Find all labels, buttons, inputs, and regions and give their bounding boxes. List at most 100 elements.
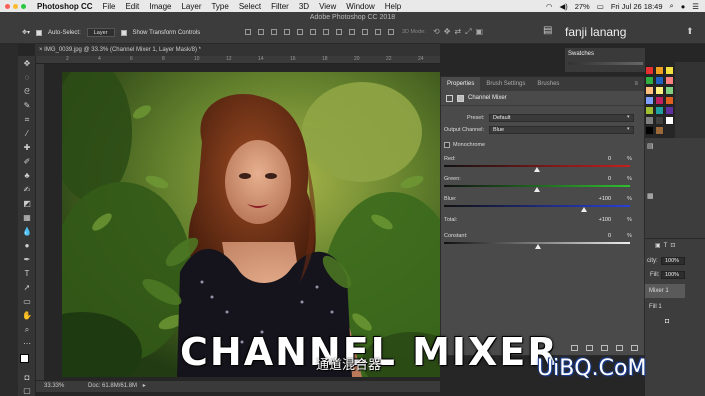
notification-center-icon[interactable]: ☰ <box>692 2 699 11</box>
red-value[interactable]: 0 <box>591 156 611 162</box>
swatch-color[interactable] <box>655 76 664 85</box>
distribute-top-icon[interactable] <box>323 29 329 35</box>
auto-select-dropdown[interactable]: Layer <box>86 28 115 37</box>
panel-menu-icon[interactable]: ≡ <box>628 77 644 91</box>
opacity-field[interactable]: 100% <box>661 257 685 265</box>
swatch-color[interactable] <box>645 86 654 95</box>
quick-select-tool-icon[interactable]: ✎ <box>22 101 32 110</box>
menu-image[interactable]: Image <box>149 2 171 11</box>
tab-properties[interactable]: Properties <box>441 77 481 91</box>
swatch-color[interactable] <box>645 126 654 135</box>
layer-filter-icons[interactable]: ▣T⊡ <box>655 242 678 249</box>
user-avatar-icon[interactable]: ● <box>681 2 686 11</box>
transform-controls-checkbox[interactable] <box>120 29 127 36</box>
tab-brush-settings[interactable]: Brush Settings <box>480 77 531 91</box>
clone-stamp-icon[interactable]: ♣ <box>22 171 32 180</box>
distribute-vcenter-icon[interactable] <box>336 29 342 35</box>
doc-info[interactable]: Doc: 61.8M/61.8M <box>88 383 137 389</box>
layer-mask-thumb-icon[interactable]: ◘ <box>665 318 669 325</box>
layer-name-fill[interactable]: Fill 1 <box>649 304 662 310</box>
close-window-button[interactable] <box>5 3 10 9</box>
output-channel-dropdown[interactable]: Blue <box>489 126 634 134</box>
swatch-color[interactable] <box>655 96 664 105</box>
clip-to-layer-icon[interactable] <box>571 345 578 351</box>
path-select-icon[interactable]: ➚ <box>22 283 32 292</box>
edit-toolbar-icon[interactable]: ⋯ <box>22 339 32 348</box>
swatch-color[interactable] <box>665 86 674 95</box>
dodge-tool-icon[interactable]: ● <box>22 241 32 250</box>
brush-tool-icon[interactable]: ✐ <box>22 157 32 166</box>
3d-mode-icons[interactable]: ⟲✥⇄⤢▣ <box>433 27 487 37</box>
swatch-color[interactable] <box>655 106 664 115</box>
layer-mask-icon[interactable] <box>457 94 464 102</box>
screen-mode-icon[interactable]: ▢ <box>22 386 32 395</box>
eraser-tool-icon[interactable]: ◩ <box>22 199 32 208</box>
tab-brushes[interactable]: Brushes <box>531 77 565 91</box>
foreground-color-swatch[interactable] <box>20 354 29 363</box>
view-previous-icon[interactable] <box>586 345 593 351</box>
trash-icon[interactable] <box>631 345 638 351</box>
swatch-color[interactable] <box>655 66 664 75</box>
quick-mask-icon[interactable]: ◘ <box>22 373 32 382</box>
zoom-tool-icon[interactable]: ⌕ <box>22 325 32 334</box>
swatch-color[interactable] <box>665 116 674 125</box>
history-brush-icon[interactable]: ✍ <box>22 185 32 194</box>
workspace-icon[interactable]: ▤ <box>543 25 552 36</box>
hand-tool-icon[interactable]: ✋ <box>22 311 32 320</box>
window-traffic-lights[interactable] <box>5 3 26 9</box>
swatch-color[interactable] <box>665 96 674 105</box>
distribute-left-icon[interactable] <box>362 29 368 35</box>
green-slider-thumb[interactable] <box>534 187 540 192</box>
battery-icon[interactable]: ▭ <box>597 2 604 11</box>
constant-slider-thumb[interactable] <box>535 244 541 249</box>
menu-window[interactable]: Window <box>346 2 374 11</box>
align-bottom-icon[interactable] <box>271 29 277 35</box>
menu-3d[interactable]: 3D <box>299 2 309 11</box>
menu-layer[interactable]: Layer <box>181 2 201 11</box>
visibility-eye-icon[interactable] <box>616 345 623 351</box>
zoom-level[interactable]: 33.33% <box>44 383 64 389</box>
minimize-window-button[interactable] <box>13 3 18 9</box>
crop-tool-icon[interactable]: ⌗ <box>22 115 32 124</box>
blur-tool-icon[interactable]: 💧 <box>22 227 32 236</box>
status-menu-arrow-icon[interactable]: ▸ <box>143 383 146 389</box>
spotlight-icon[interactable]: ⌕ <box>670 1 674 11</box>
align-right-icon[interactable] <box>310 29 316 35</box>
swatch-color[interactable] <box>655 116 664 125</box>
swatch-color[interactable] <box>655 86 664 95</box>
align-top-icon[interactable] <box>245 29 251 35</box>
blue-value[interactable]: +100 <box>591 196 611 202</box>
fill-field[interactable]: 100% <box>661 271 685 279</box>
distribute-right-icon[interactable] <box>388 29 394 35</box>
distribute-hcenter-icon[interactable] <box>375 29 381 35</box>
swatch-color[interactable] <box>665 76 674 85</box>
wifi-icon[interactable]: ◠ <box>546 2 553 11</box>
volume-icon[interactable]: ◀) <box>559 2 567 11</box>
lasso-tool-icon[interactable]: ᘓ <box>22 87 32 96</box>
swatch-color[interactable] <box>655 126 664 135</box>
swatch-color[interactable] <box>645 106 654 115</box>
menu-select[interactable]: Select <box>239 2 261 11</box>
share-icon[interactable]: ⬆ <box>686 26 694 37</box>
move-tool-icon[interactable]: ✥ <box>22 59 32 68</box>
zoom-window-button[interactable] <box>21 3 26 9</box>
menu-view[interactable]: View <box>319 2 336 11</box>
clock[interactable]: Fri Jul 26 18:49 <box>611 2 663 11</box>
swatch-color[interactable] <box>665 106 674 115</box>
constant-value[interactable]: 0 <box>591 233 611 239</box>
swatches-title[interactable]: Swatches <box>568 51 594 57</box>
red-slider-thumb[interactable] <box>534 167 540 172</box>
swatch-color[interactable] <box>645 66 654 75</box>
menu-type[interactable]: Type <box>211 2 228 11</box>
distribute-bottom-icon[interactable] <box>349 29 355 35</box>
swatch-color[interactable] <box>645 76 654 85</box>
document-photo[interactable] <box>62 72 440 377</box>
menu-file[interactable]: File <box>103 2 116 11</box>
align-hcenter-icon[interactable] <box>297 29 303 35</box>
marquee-tool-icon[interactable]: ◌ <box>22 73 32 82</box>
layers-grid-icon[interactable]: ▦ <box>647 192 654 200</box>
monochrome-checkbox[interactable] <box>444 142 450 148</box>
battery-percent[interactable]: 27% <box>575 2 590 11</box>
workspace-switcher[interactable]: fanji lanang <box>565 25 626 39</box>
type-tool-icon[interactable]: T <box>22 269 32 278</box>
